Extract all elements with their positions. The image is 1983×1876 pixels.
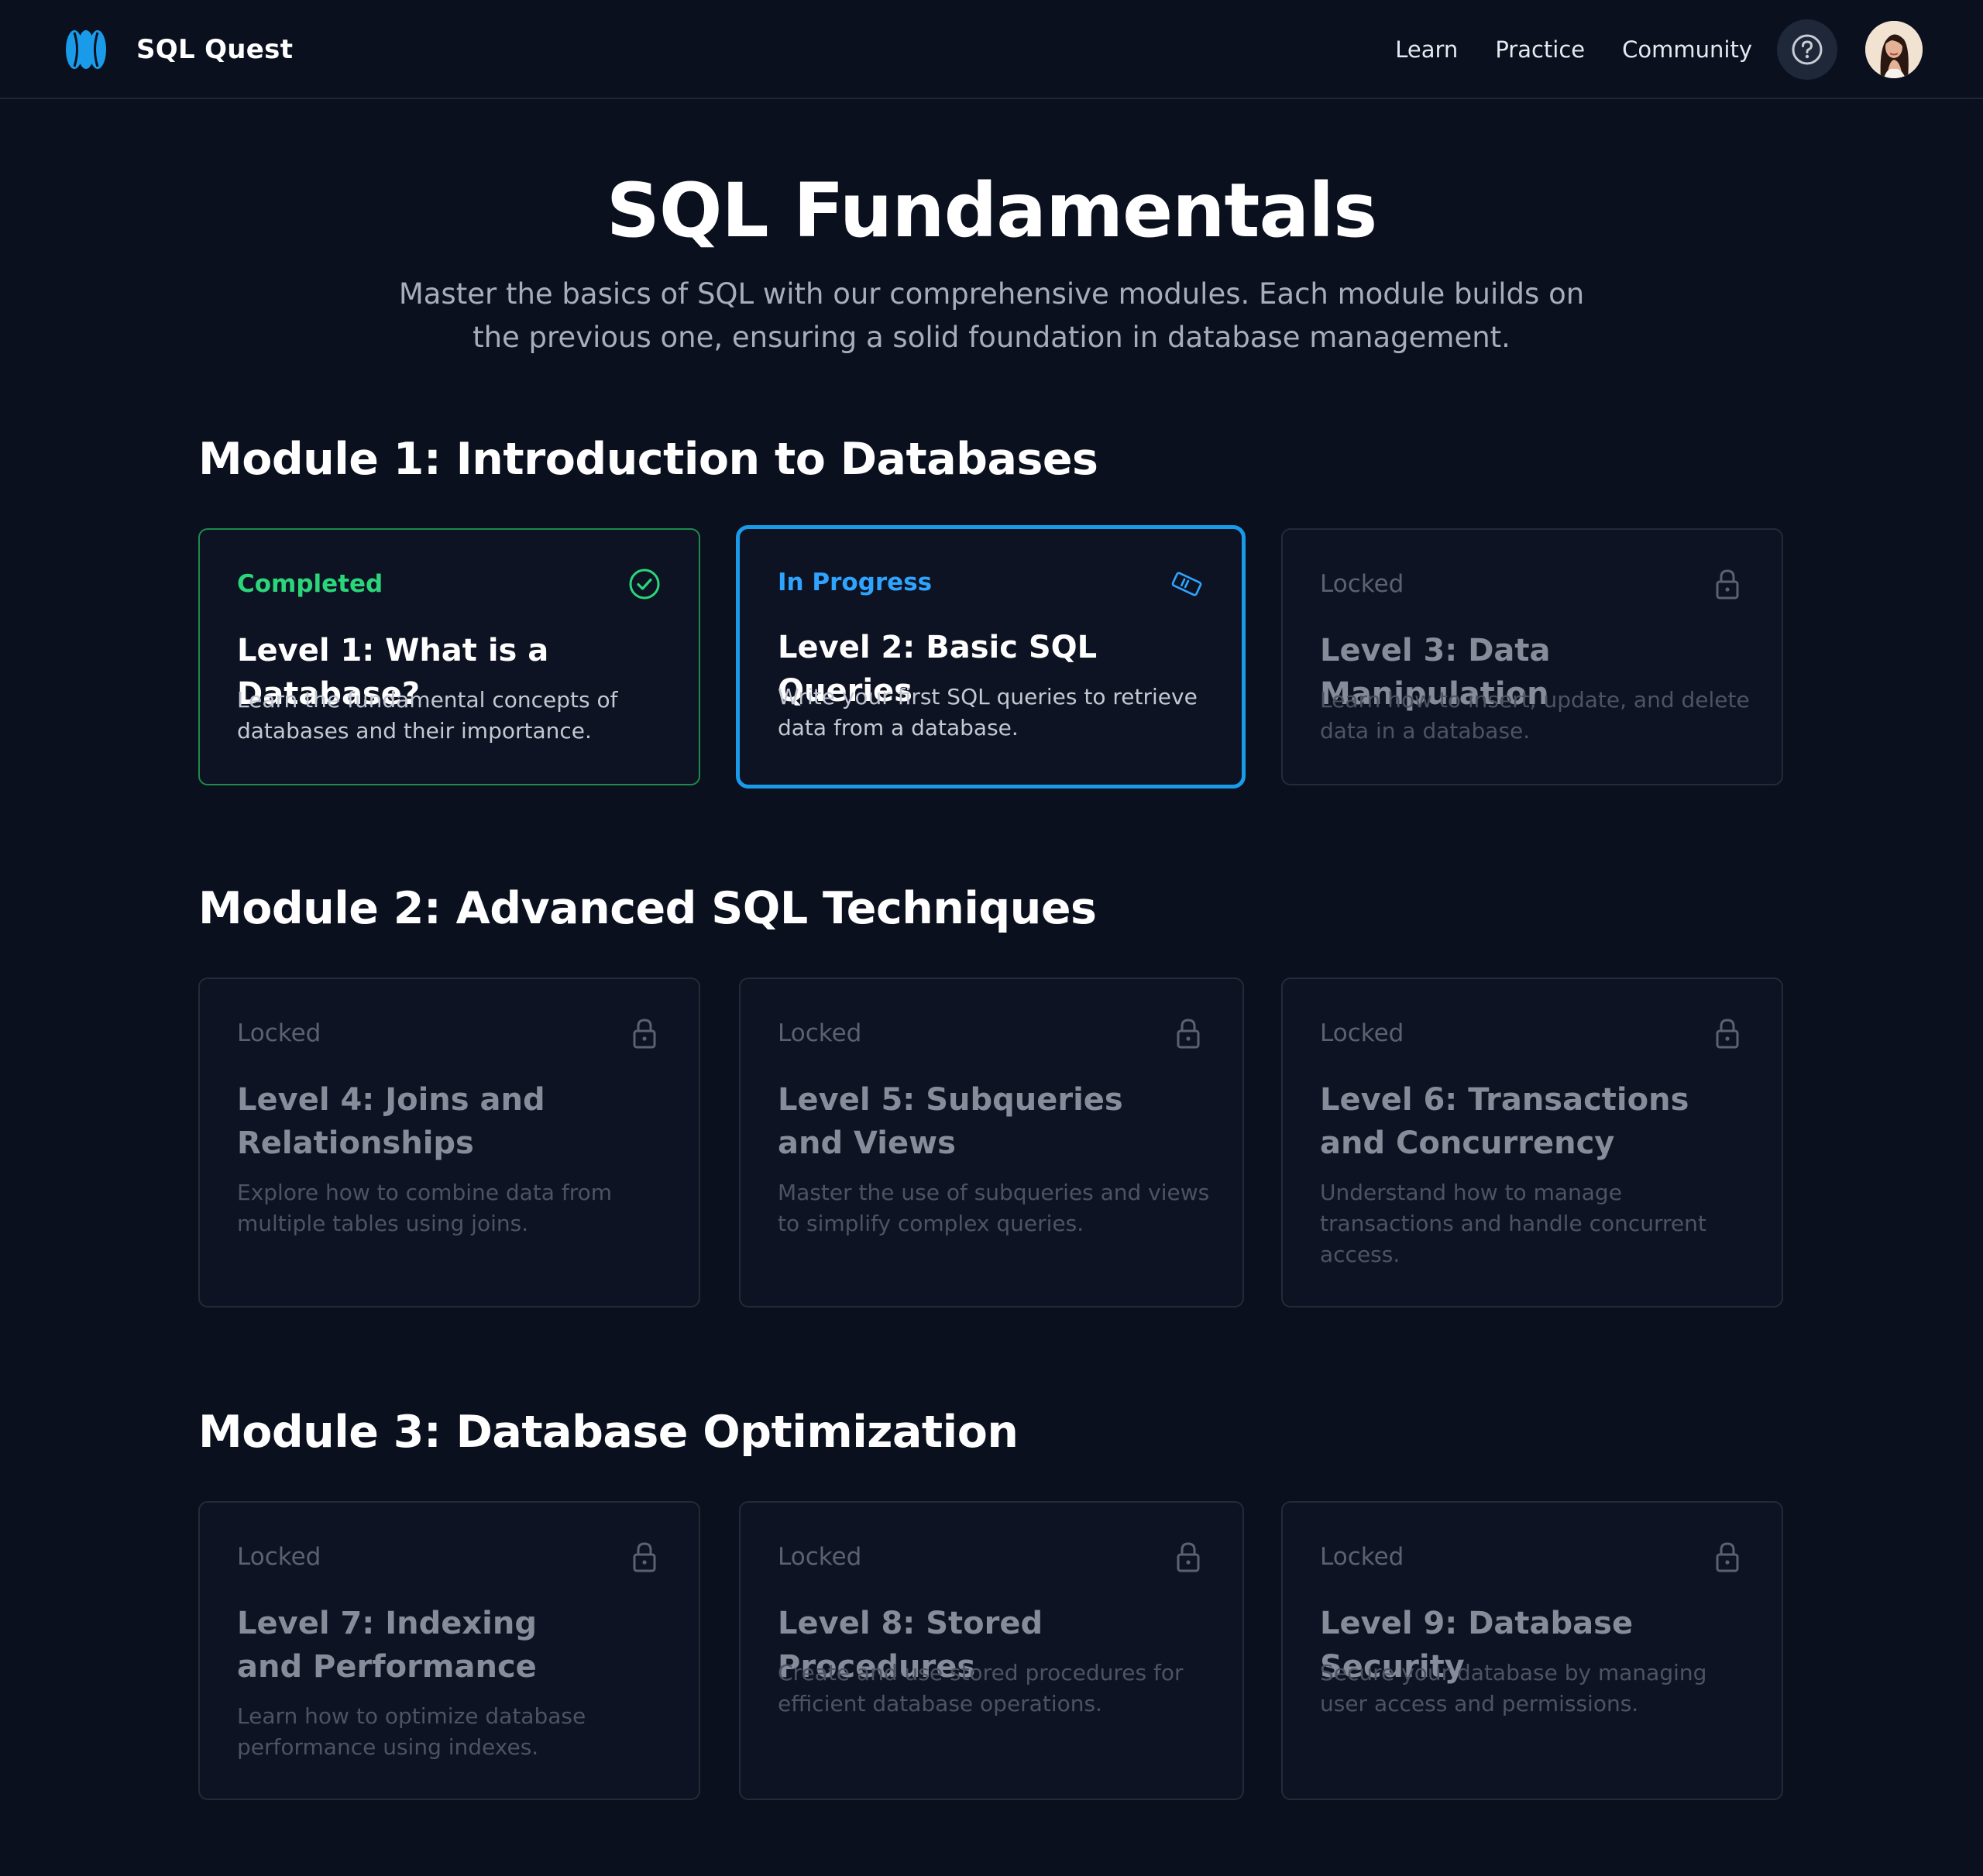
brand-logo-icon — [64, 27, 108, 72]
status-label: Completed — [237, 570, 383, 598]
level-card-6: Locked Level 6: Transactions and Concurr… — [1281, 978, 1783, 1307]
status-label: Locked — [237, 1543, 321, 1571]
status-label: Locked — [237, 1019, 321, 1047]
page-title: SQL Fundamentals — [606, 167, 1378, 254]
level-card-1[interactable]: Completed Level 1: What is a Database? L… — [198, 528, 700, 785]
level-description: Create and use stored procedures for eff… — [778, 1660, 1184, 1716]
brand-name: SQL Quest — [136, 34, 294, 65]
lock-icon — [1710, 1540, 1744, 1574]
user-portrait-icon — [1865, 21, 1923, 78]
lock-icon — [627, 1540, 662, 1574]
level-title: Level 6: Transactions and Concurrency — [1320, 1082, 1689, 1161]
lock-icon — [1710, 567, 1744, 601]
level-description: Master the use of subqueries and views t… — [778, 1180, 1210, 1236]
status-label: Locked — [1320, 570, 1404, 598]
status-label: Locked — [1320, 1543, 1404, 1571]
status-label: Locked — [1320, 1019, 1404, 1047]
help-button[interactable] — [1777, 19, 1837, 80]
lock-icon — [1171, 1016, 1205, 1050]
level-card-9: Locked Level 9: Database Security Secure… — [1281, 1501, 1783, 1800]
level-description: Understand how to manage transactions an… — [1320, 1180, 1706, 1267]
lock-icon — [1171, 1540, 1205, 1574]
brand[interactable]: SQL Quest — [64, 25, 293, 74]
level-description: Learn how to optimize database performan… — [237, 1703, 586, 1760]
module-1-title: Module 1: Introduction to Databases — [198, 434, 1098, 485]
status-label: Locked — [778, 1543, 862, 1571]
level-card-8: Locked Level 8: Stored Procedures Create… — [739, 1501, 1244, 1800]
avatar[interactable] — [1865, 21, 1923, 78]
level-description: Explore how to combine data from multipl… — [237, 1180, 613, 1236]
level-description: Learn how to insert, update, and delete … — [1320, 687, 1750, 744]
main-nav: Learn Practice Community — [1395, 19, 1923, 81]
check-circle-icon — [627, 567, 662, 601]
status-label: In Progress — [778, 569, 933, 596]
nav-link-practice[interactable]: Practice — [1495, 36, 1585, 63]
level-card-5: Locked Level 5: Subqueries and Views Mas… — [739, 978, 1244, 1307]
page-subtitle: Master the basics of SQL with our compre… — [398, 277, 1585, 354]
lock-icon — [1710, 1016, 1744, 1050]
level-card-2[interactable]: In Progress Level 2: Basic SQL Queries W… — [736, 525, 1246, 789]
level-description: Write your first SQL queries to retrieve… — [778, 684, 1198, 740]
level-title: Level 5: Subqueries and Views — [778, 1082, 1123, 1161]
module-3-title: Module 3: Database Optimization — [198, 1407, 1019, 1458]
module-2-title: Module 2: Advanced SQL Techniques — [198, 883, 1097, 934]
level-description: Secure your database by managing user ac… — [1320, 1660, 1707, 1716]
level-card-3: Locked Level 3: Data Manipulation Learn … — [1281, 528, 1783, 785]
nav-link-learn[interactable]: Learn — [1395, 36, 1458, 63]
level-description: Learn the fundamental concepts of databa… — [237, 687, 618, 744]
nav-link-community[interactable]: Community — [1622, 36, 1752, 63]
question-circle-icon — [1792, 34, 1823, 65]
level-card-4: Locked Level 4: Joins and Relationships … — [198, 978, 700, 1307]
status-label: Locked — [778, 1019, 862, 1047]
level-title: Level 4: Joins and Relationships — [237, 1082, 545, 1161]
level-card-7: Locked Level 7: Indexing and Performance… — [198, 1501, 700, 1800]
top-navbar: SQL Quest Learn Practice Community — [0, 0, 1983, 99]
ticket-icon — [1170, 567, 1204, 601]
lock-icon — [627, 1016, 662, 1050]
level-title: Level 7: Indexing and Performance — [237, 1606, 537, 1685]
